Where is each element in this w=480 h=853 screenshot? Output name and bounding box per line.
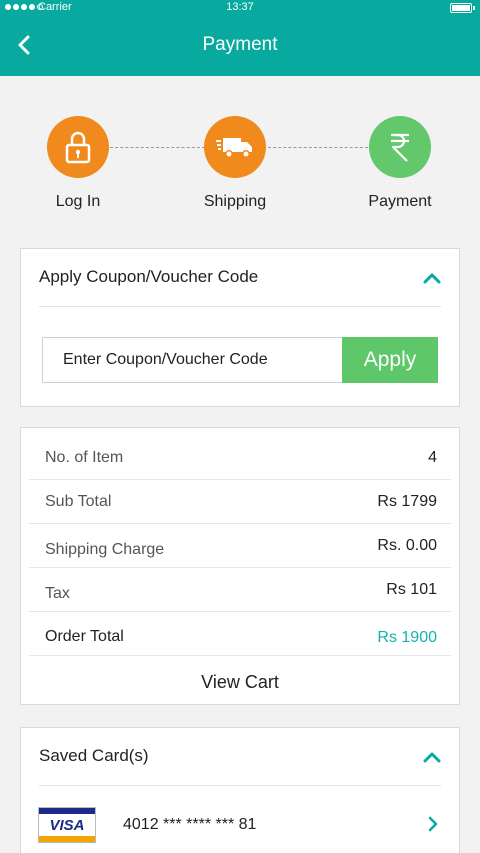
card-number: 4012 *** **** *** 81 bbox=[123, 816, 257, 833]
row-value: Rs 101 bbox=[386, 581, 437, 598]
row-value: Rs. 0.00 bbox=[377, 537, 437, 554]
coupon-input[interactable] bbox=[42, 337, 344, 383]
step-label: Shipping bbox=[203, 193, 267, 210]
saved-card-item[interactable]: VISA 4012 *** **** *** 81 bbox=[21, 786, 459, 846]
chevron-up-icon[interactable] bbox=[421, 746, 443, 768]
summary-row-shipping: Shipping Charge Rs. 0.00 bbox=[29, 524, 451, 568]
order-total-value: Rs 1900 bbox=[377, 629, 437, 646]
row-label: Order Total bbox=[45, 628, 124, 645]
battery-icon bbox=[450, 3, 475, 13]
step-payment: Payment bbox=[330, 116, 470, 211]
navigation-bar: Payment bbox=[0, 16, 480, 76]
view-cart-button[interactable]: View Cart bbox=[21, 672, 459, 693]
divider bbox=[39, 306, 441, 307]
page-title: Payment bbox=[202, 34, 278, 55]
chevron-right-icon bbox=[428, 816, 438, 832]
row-value: 4 bbox=[428, 449, 437, 466]
row-label: Tax bbox=[45, 585, 70, 602]
coupon-header[interactable]: Apply Coupon/Voucher Code bbox=[21, 249, 459, 307]
summary-row-tax: Tax Rs 101 bbox=[29, 568, 451, 612]
step-label: Payment bbox=[368, 193, 432, 210]
coupon-title: Apply Coupon/Voucher Code bbox=[39, 267, 259, 286]
checkout-progress: Log In Shipping Payment bbox=[0, 76, 480, 246]
lock-icon bbox=[47, 116, 109, 178]
coupon-card: Apply Coupon/Voucher Code Apply bbox=[20, 248, 460, 407]
saved-cards-card: Saved Card(s) VISA 4012 *** **** *** 81 bbox=[20, 727, 460, 853]
clock: 13:37 bbox=[226, 1, 254, 13]
step-label: Log In bbox=[55, 193, 101, 210]
row-value: Rs 1799 bbox=[377, 493, 437, 510]
visa-logo: VISA bbox=[38, 807, 96, 843]
truck-icon bbox=[204, 116, 266, 178]
summary-row-total: Order Total Rs 1900 bbox=[29, 612, 451, 656]
apply-button[interactable]: Apply bbox=[342, 337, 438, 383]
card-brand: VISA bbox=[49, 817, 85, 834]
rupee-icon bbox=[369, 116, 431, 178]
status-bar: Carrier 13:37 bbox=[0, 0, 480, 16]
saved-cards-title: Saved Card(s) bbox=[39, 746, 149, 765]
summary-row-items: No. of Item 4 bbox=[29, 436, 451, 480]
summary-row-subtotal: Sub Total Rs 1799 bbox=[29, 480, 451, 524]
row-label: No. of Item bbox=[45, 449, 124, 466]
step-login: Log In bbox=[8, 116, 148, 211]
step-shipping: Shipping bbox=[165, 116, 305, 211]
row-label: Shipping Charge bbox=[45, 541, 165, 558]
saved-cards-header[interactable]: Saved Card(s) bbox=[21, 728, 459, 786]
row-label: Sub Total bbox=[45, 493, 112, 510]
chevron-up-icon[interactable] bbox=[421, 267, 443, 289]
order-summary-card: No. of Item 4 Sub Total Rs 1799 Shipping… bbox=[20, 427, 460, 705]
